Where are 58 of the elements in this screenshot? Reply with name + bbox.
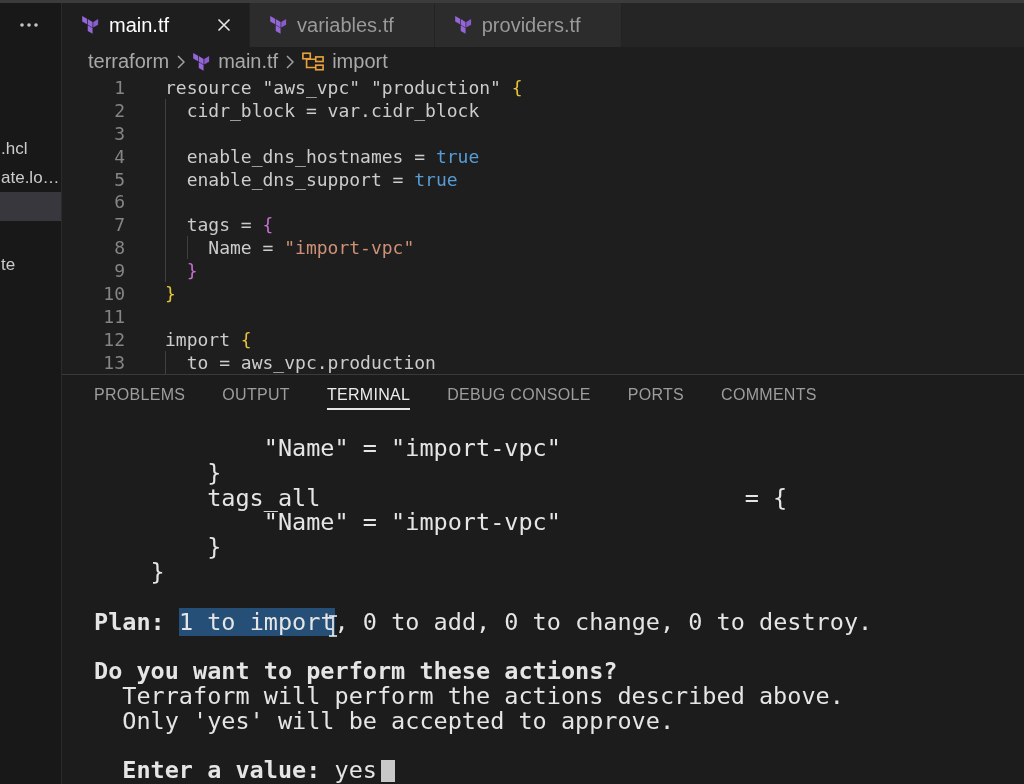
- chevron-right-icon: [286, 54, 295, 69]
- line-number: 2: [114, 99, 125, 121]
- code-line: enable_dns_hostnames = true: [186, 145, 480, 167]
- line-number: 8: [114, 237, 125, 259]
- line-number: 13: [103, 351, 125, 373]
- breadcrumb-item[interactable]: import: [332, 50, 388, 73]
- terminal-line: }: [150, 560, 165, 585]
- code-line: }: [165, 282, 176, 304]
- line-number: 5: [114, 168, 125, 190]
- terraform-logo-icon: [82, 16, 99, 34]
- code-line: }: [186, 260, 198, 282]
- line-number: 6: [114, 191, 125, 213]
- terraform-logo-icon: [193, 52, 211, 71]
- breadcrumb-item[interactable]: terraform: [88, 50, 170, 73]
- line-number: 7: [114, 214, 125, 236]
- panel-tab[interactable]: PORTS: [627, 379, 685, 410]
- line-number: 4: [114, 145, 125, 167]
- connected-boxes-icon: [302, 52, 325, 71]
- line-number: 10: [103, 282, 125, 304]
- terminal-line: Do you want to perform these actions?: [94, 659, 618, 684]
- breadcrumb-item[interactable]: main.tf: [218, 50, 279, 73]
- editor-tab[interactable]: providers.tf: [434, 3, 622, 47]
- code-line: to = aws_vpc.production: [186, 351, 436, 373]
- terminal-line: Only 'yes' will be accepted to approve.: [122, 708, 675, 734]
- line-number: 1: [114, 76, 125, 98]
- terminal-line: "Name" = "import-vpc": [263, 510, 561, 536]
- code-line: cidr_block = var.cidr_block: [186, 99, 480, 121]
- line-number: 9: [114, 260, 125, 282]
- code-line: Name = "import-vpc": [208, 237, 415, 259]
- line-number: 3: [114, 122, 125, 144]
- terminal-prompt: Enter a value: yes: [122, 758, 377, 784]
- block-cursor-icon: [380, 759, 396, 782]
- code-line: tags = {: [186, 214, 274, 236]
- file-row[interactable]: te: [0, 250, 61, 279]
- file-row[interactable]: .hcl: [0, 134, 61, 163]
- terraform-logo-icon: [454, 16, 472, 34]
- terminal-line: "Name" = "import-vpc": [263, 436, 561, 461]
- editor-tab[interactable]: main.tf: [62, 3, 251, 47]
- more-icon[interactable]: [20, 23, 38, 27]
- panel-tab[interactable]: TERMINAL: [326, 379, 411, 410]
- line-number: 12: [103, 328, 125, 350]
- chevron-right-icon: [177, 54, 186, 69]
- code-line: import {: [165, 328, 252, 350]
- code-line: enable_dns_support = true: [186, 168, 458, 190]
- file-row[interactable]: ate.lo…: [0, 163, 61, 192]
- terminal-line: tags_all = {: [207, 485, 788, 511]
- terminal-line: }: [207, 535, 222, 560]
- panel-tab[interactable]: DEBUG CONSOLE: [447, 379, 591, 410]
- panel-tab[interactable]: PROBLEMS: [94, 379, 186, 410]
- panel-tab[interactable]: COMMENTS: [721, 379, 817, 410]
- terminal-line: Terraform will perform the actions described above.: [122, 683, 844, 709]
- code-line: resource "aws_vpc" "production" {: [165, 76, 523, 98]
- terminal-line: }: [207, 460, 222, 486]
- terraform-logo-icon: [270, 16, 288, 34]
- editor-tab[interactable]: variables.tf: [250, 3, 435, 47]
- close-icon[interactable]: [217, 18, 232, 32]
- panel-tab[interactable]: OUTPUT: [222, 379, 290, 410]
- line-number: 11: [103, 305, 125, 327]
